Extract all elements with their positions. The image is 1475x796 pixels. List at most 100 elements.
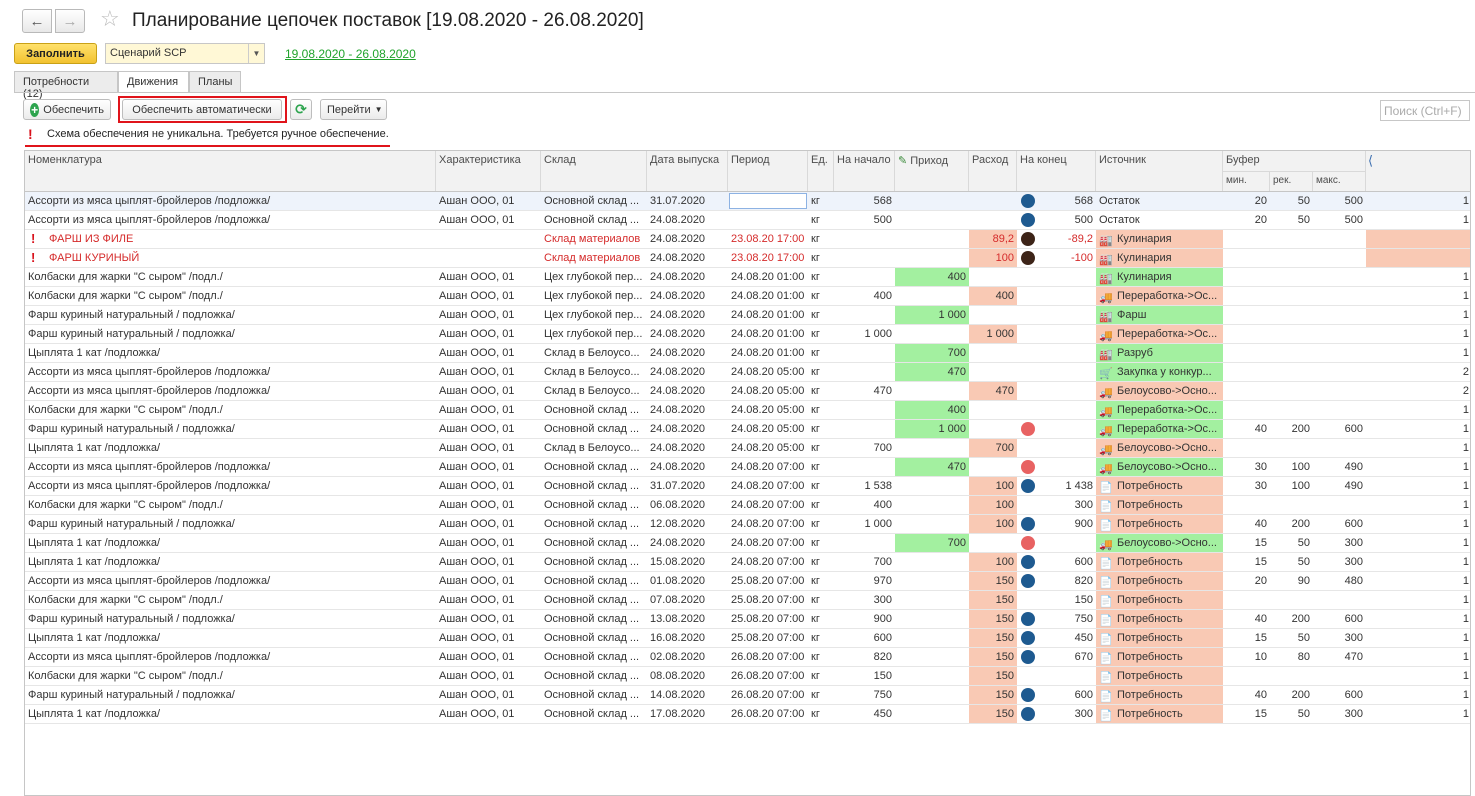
table-row[interactable]: Цыплята 1 кат /подложка/Ашан ООО, 01 Скла… bbox=[25, 344, 1470, 363]
cell-store: Основной склад ... bbox=[544, 214, 640, 226]
col-source[interactable]: Источник bbox=[1096, 151, 1223, 191]
back-arrow-icon[interactable]: ← bbox=[22, 9, 52, 33]
table-row[interactable]: Цыплята 1 кат /подложка/Ашан ООО, 01 Осно… bbox=[25, 534, 1470, 553]
source-label: Переработка->Ос... bbox=[1117, 423, 1218, 435]
cell-max bbox=[1313, 325, 1366, 343]
goto-button[interactable]: Перейти ▼ bbox=[320, 99, 387, 120]
refresh-icon[interactable]: ⟳ bbox=[290, 99, 312, 120]
table-row[interactable]: Цыплята 1 кат /подложка/Ашан ООО, 01 Осно… bbox=[25, 705, 1470, 724]
cell-unit: кг bbox=[811, 651, 820, 663]
cell-unit: кг bbox=[811, 480, 820, 492]
period-link[interactable]: 19.08.2020 - 26.08.2020 bbox=[285, 47, 416, 61]
table-row[interactable]: Фарш куриный натуральный / подложка/Ашан… bbox=[25, 686, 1470, 705]
cell-store: Основной склад ... bbox=[544, 670, 640, 682]
source-label: Белоусово->Осно... bbox=[1117, 461, 1217, 473]
cell-period: 25.08.20 07:00 bbox=[731, 632, 805, 644]
cell-src: 📄 Потребность bbox=[1096, 667, 1223, 685]
status-dot-icon bbox=[1021, 251, 1035, 265]
table-row[interactable]: Колбаски для жарки "С сыром" /подл./ Ашан… bbox=[25, 401, 1470, 420]
col-nomenclature[interactable]: Номенклатура bbox=[25, 151, 436, 191]
provide-auto-button[interactable]: Обеспечить автоматически bbox=[122, 99, 282, 120]
col-income[interactable]: ✎ Приход bbox=[895, 151, 969, 191]
cell-store: Основной склад ... bbox=[544, 480, 640, 492]
provide-button[interactable]: + Обеспечить bbox=[23, 99, 111, 120]
col-characteristic[interactable]: Характеристика bbox=[436, 151, 541, 191]
cell-release: 01.08.2020 bbox=[650, 575, 706, 587]
cell-start bbox=[834, 363, 895, 381]
table-row[interactable]: Ассорти из мяса цыплят-бройлеров /подлож… bbox=[25, 648, 1470, 667]
table-row[interactable]: ! ФАРШ КУРИНЫЙ Склад материалов 24.08.2020 2… bbox=[25, 249, 1470, 268]
cell-src: 🏭 Фарш bbox=[1096, 306, 1223, 324]
cell-src: 📄 Потребность bbox=[1096, 515, 1223, 533]
cell-max: 600 bbox=[1344, 613, 1363, 625]
cell-store: Цех глубокой пер... bbox=[544, 309, 643, 321]
cell-end bbox=[1017, 401, 1096, 419]
table-row[interactable]: Колбаски для жарки "С сыром" /подл./ Ашан… bbox=[25, 591, 1470, 610]
table-row[interactable]: Ассорти из мяса цыплят-бройлеров /подлож… bbox=[25, 477, 1470, 496]
table-row[interactable]: Ассорти из мяса цыплят-бройлеров /подлож… bbox=[25, 211, 1470, 230]
cell-last: 1 bbox=[1462, 271, 1469, 283]
col-end[interactable]: На конец bbox=[1017, 151, 1096, 191]
cell-release: 24.08.2020 bbox=[650, 252, 706, 264]
table-row[interactable]: Фарш куриный натуральный / подложка/Ашан… bbox=[25, 306, 1470, 325]
table-row[interactable]: Ассорти из мяса цыплят-бройлеров /подлож… bbox=[25, 572, 1470, 591]
table-row[interactable]: Ассорти из мяса цыплят-бройлеров /подлож… bbox=[25, 363, 1470, 382]
cell-last: 2 bbox=[1462, 385, 1469, 397]
chevron-down-icon[interactable]: ▼ bbox=[248, 44, 264, 63]
share-icon[interactable]: ⟨ bbox=[1368, 153, 1373, 169]
table-row[interactable]: Ассорти из мяса цыплят-бройлеров /подлож… bbox=[25, 458, 1470, 477]
cell-char: Ашан ООО, 01 bbox=[439, 366, 515, 378]
search-input[interactable]: Поиск (Ctrl+F) bbox=[1380, 100, 1470, 121]
col-period[interactable]: Период bbox=[728, 151, 808, 191]
cell-char: Ашан ООО, 01 bbox=[439, 651, 515, 663]
table-row[interactable]: Фарш куриный натуральный / подложка/Ашан… bbox=[25, 325, 1470, 344]
table-row[interactable]: Фарш куриный натуральный / подложка/Ашан… bbox=[25, 515, 1470, 534]
col-unit[interactable]: Ед. bbox=[808, 151, 834, 191]
table-row[interactable]: Колбаски для жарки "С сыром" /подл./ Ашан… bbox=[25, 268, 1470, 287]
table-row[interactable]: ! ФАРШ ИЗ ФИЛЕ Склад материалов 24.08.2020 2… bbox=[25, 230, 1470, 249]
source-label: Потребность bbox=[1117, 518, 1183, 530]
scenario-select[interactable]: Сценарий SCP ▼ bbox=[105, 43, 265, 64]
cell-store: Склад материалов bbox=[544, 252, 641, 264]
table-row[interactable]: Ассорти из мяса цыплят-бройлеров /подлож… bbox=[25, 382, 1470, 401]
table-row[interactable]: Цыплята 1 кат /подложка/Ашан ООО, 01 Скла… bbox=[25, 439, 1470, 458]
col-buffer-max[interactable]: макс. bbox=[1313, 171, 1366, 191]
cell-period bbox=[728, 211, 808, 229]
table-row[interactable]: Цыплята 1 кат /подложка/Ашан ООО, 01 Осно… bbox=[25, 629, 1470, 648]
cell-income: 1 000 bbox=[895, 420, 969, 438]
table-row[interactable]: Колбаски для жарки "С сыром" /подл./ Ашан… bbox=[25, 667, 1470, 686]
col-start[interactable]: На начало bbox=[834, 151, 895, 191]
col-expense[interactable]: Расход bbox=[969, 151, 1017, 191]
cell-unit: кг bbox=[811, 347, 820, 359]
table-row[interactable]: Фарш куриный натуральный / подложка/Ашан… bbox=[25, 610, 1470, 629]
cell-src: 🚚 Белоусово->Осно... bbox=[1096, 439, 1223, 457]
source-label: Потребность bbox=[1117, 556, 1183, 568]
table-row[interactable]: Колбаски для жарки "С сыром" /подл./ Ашан… bbox=[25, 496, 1470, 515]
col-buffer-min[interactable]: мин. bbox=[1223, 171, 1270, 191]
movements-table[interactable]: Номенклатура Характеристика Склад Дата в… bbox=[24, 150, 1471, 796]
period-edit-field[interactable] bbox=[729, 193, 807, 209]
col-store[interactable]: Склад bbox=[541, 151, 647, 191]
col-buffer[interactable]: Буфер bbox=[1223, 151, 1366, 171]
favorite-star-icon[interactable]: ☆ bbox=[100, 6, 120, 32]
cell-max bbox=[1313, 439, 1366, 457]
fill-button[interactable]: Заполнить bbox=[14, 43, 97, 64]
status-dot-icon bbox=[1021, 517, 1035, 531]
cell-char: Ашан ООО, 01 bbox=[439, 613, 515, 625]
table-row[interactable]: Фарш куриный натуральный / подложка/Ашан… bbox=[25, 420, 1470, 439]
cell-min bbox=[1223, 439, 1270, 457]
table-row[interactable]: Цыплята 1 кат /подложка/Ашан ООО, 01 Осно… bbox=[25, 553, 1470, 572]
tab-movements[interactable]: Движения bbox=[118, 71, 189, 93]
cell-nom: Фарш куриный натуральный / подложка/ bbox=[28, 689, 235, 701]
tab-plans[interactable]: Планы bbox=[189, 71, 241, 93]
tab-needs[interactable]: Потребности (12) bbox=[14, 71, 118, 100]
cell-nom: Цыплята 1 кат /подложка/ bbox=[28, 632, 161, 644]
cell-last: 1 bbox=[1462, 537, 1469, 549]
col-buffer-rec[interactable]: рек. bbox=[1270, 171, 1313, 191]
col-release-date[interactable]: Дата выпуска bbox=[647, 151, 728, 191]
forward-arrow-icon[interactable]: → bbox=[55, 9, 85, 33]
scenario-value: Сценарий SCP bbox=[110, 47, 187, 59]
document-icon: 📄 bbox=[1099, 520, 1113, 532]
table-row[interactable]: Ассорти из мяса цыплят-бройлеров /подлож… bbox=[25, 192, 1470, 211]
table-row[interactable]: Колбаски для жарки "С сыром" /подл./ Ашан… bbox=[25, 287, 1470, 306]
